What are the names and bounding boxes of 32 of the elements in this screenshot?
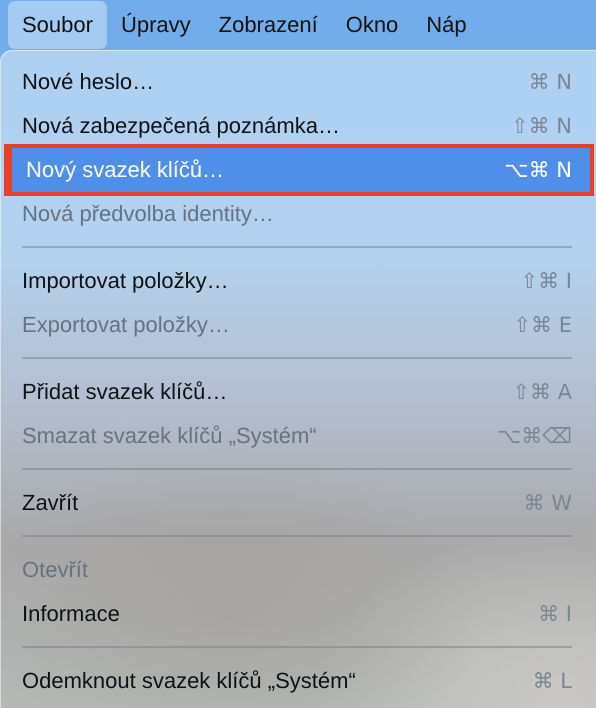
keyboard-shortcut: ⇧⌘ E	[513, 313, 572, 337]
menu-item[interactable]: Přidat svazek klíčů… ⇧⌘ A	[8, 370, 590, 414]
menu-item[interactable]: Odemknout svazek klíčů „Systém“ ⌘ L	[8, 659, 590, 703]
menu-item-label: Smazat svazek klíčů „Systém“	[22, 423, 317, 449]
keyboard-shortcut: ⌘ L	[532, 669, 572, 693]
keyboard-shortcut: ⌥⌘ N	[504, 158, 572, 182]
menu-item-label: Nová předvolba identity…	[22, 201, 274, 227]
menu-item-label: Importovat položky…	[22, 268, 229, 294]
menu-item-label: Nová zabezpečená poznámka…	[22, 113, 340, 139]
menu-item-label: Přidat svazek klíčů…	[22, 379, 228, 405]
keyboard-shortcut: ⌘ N	[528, 70, 572, 94]
menu-bar-item[interactable]: Úpravy	[106, 1, 205, 49]
keyboard-shortcut: ⇧⌘ A	[512, 380, 572, 404]
keyboard-shortcut: ⌥⌘⌫	[497, 424, 572, 448]
keyboard-shortcut: ⌘ I	[538, 602, 572, 626]
keyboard-shortcut: ⇧⌘ I	[520, 269, 572, 293]
menu-item-label: Odemknout svazek klíčů „Systém“	[22, 668, 356, 694]
menu-bar-item[interactable]: Okno	[332, 1, 412, 49]
menu-bar-item[interactable]: Zobrazení	[204, 1, 332, 49]
menu-item[interactable]: Nová zabezpečená poznámka… ⇧⌘ N	[8, 104, 590, 148]
menu-bar-item[interactable]: Soubor	[8, 1, 107, 49]
menu-item[interactable]: Nové heslo… ⌘ N	[8, 60, 590, 104]
menu-item[interactable]: Importovat položky… ⇧⌘ I	[8, 259, 590, 303]
menu-item-label: Informace	[22, 601, 120, 627]
keyboard-shortcut: ⇧⌘ N	[511, 114, 572, 138]
menu-item-label: Nové heslo…	[22, 69, 154, 95]
menu-item-label: Otevřít	[22, 557, 88, 583]
menu-item-label: Exportovat položky…	[22, 312, 230, 338]
menu-item-label: Nový svazek klíčů…	[26, 157, 224, 183]
menu-item-label: Zavřít	[22, 490, 78, 516]
menu-bar-item[interactable]: Náp	[412, 1, 481, 49]
menu-item[interactable]: Informace ⌘ I	[8, 592, 590, 636]
